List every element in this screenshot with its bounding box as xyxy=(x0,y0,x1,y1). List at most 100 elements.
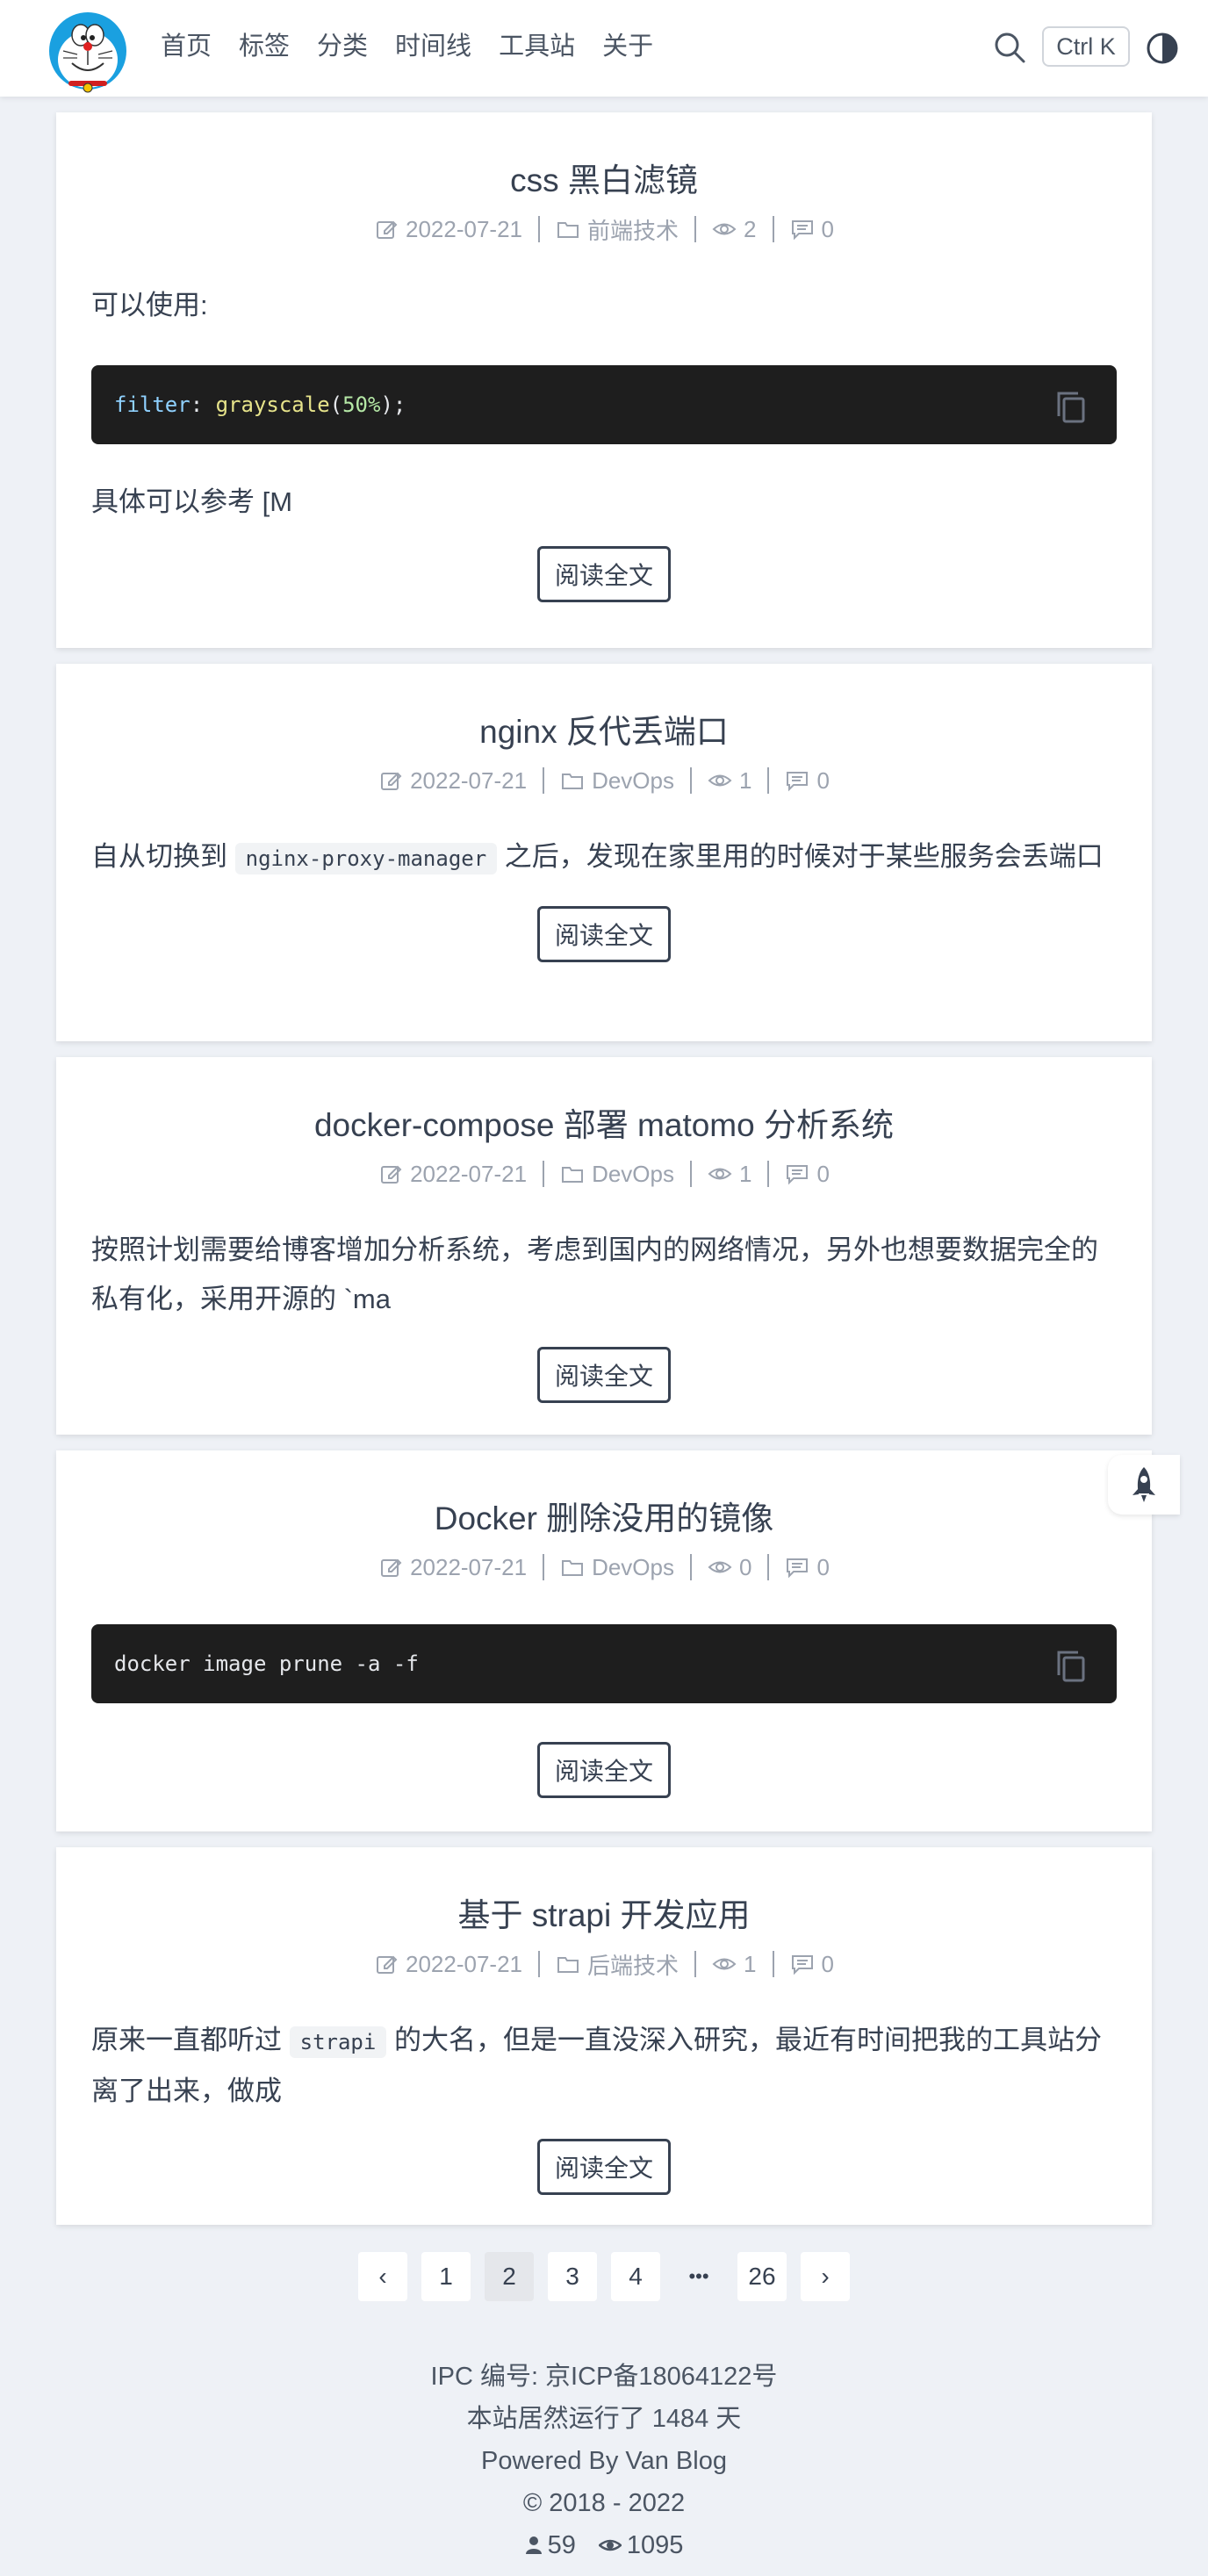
post-card: Docker 删除没用的镜像 2022-07-21 DevOps 0 0 doc… xyxy=(56,1450,1152,1831)
comment-icon xyxy=(787,772,809,792)
post-views: 0 xyxy=(738,1553,752,1580)
rocket-icon xyxy=(1132,1467,1155,1502)
code-block: filter: grayscale(50%); xyxy=(91,365,1117,444)
edit-icon xyxy=(377,1955,398,1974)
read-more-button[interactable]: 阅读全文 xyxy=(537,1742,671,1798)
eye-icon xyxy=(708,774,732,787)
post-views: 1 xyxy=(738,1160,752,1187)
post-card: nginx 反代丢端口 2022-07-21 DevOps 1 0 自从切换到 … xyxy=(56,664,1152,1041)
post-title[interactable]: css 黑白滤镜 xyxy=(91,112,1117,202)
visitor-count: 59 xyxy=(547,2531,576,2559)
nav-about[interactable]: 关于 xyxy=(602,28,653,65)
post-date: 2022-07-21 xyxy=(410,1160,528,1187)
code-block: docker image prune -a -f xyxy=(91,1624,1117,1703)
post-excerpt: 可以使用: xyxy=(91,290,208,320)
post-meta: 2022-07-21 后端技术 1 0 xyxy=(91,1949,1117,1979)
nav-home[interactable]: 首页 xyxy=(161,28,212,65)
post-title[interactable]: nginx 反代丢端口 xyxy=(91,664,1117,753)
read-more-button[interactable]: 阅读全文 xyxy=(537,2139,671,2195)
pageview-count: 1095 xyxy=(626,2531,684,2559)
post-date: 2022-07-21 xyxy=(410,766,528,794)
post-date: 2022-07-21 xyxy=(406,1950,523,1977)
post-category[interactable]: DevOps xyxy=(592,767,674,795)
post-views: 1 xyxy=(738,766,752,794)
post-comments: 0 xyxy=(816,1553,830,1580)
page-button[interactable]: 26 xyxy=(737,2252,787,2301)
post-excerpt: 具体可以参考 [M xyxy=(91,486,293,517)
powered-by[interactable]: Powered By Van Blog xyxy=(0,2440,1208,2482)
post-comments: 0 xyxy=(816,766,830,794)
code-line: filter: grayscale(50%); xyxy=(114,392,406,417)
eye-icon xyxy=(598,2539,622,2551)
post-meta: 2022-07-21 DevOps 1 0 xyxy=(91,1159,1117,1189)
post-meta: 2022-07-21 DevOps 1 0 xyxy=(91,766,1117,795)
footer: IPC 编号: 京ICP备18064122号 本站居然运行了 1484 天 Po… xyxy=(0,2356,1208,2566)
post-card: docker-compose 部署 matomo 分析系统 2022-07-21… xyxy=(56,1057,1152,1435)
edit-icon xyxy=(381,1165,402,1184)
search-icon[interactable] xyxy=(992,30,1027,65)
main-nav: 首页 标签 分类 时间线 工具站 关于 xyxy=(161,28,680,65)
nav-timeline[interactable]: 时间线 xyxy=(395,28,471,65)
post-comments: 0 xyxy=(816,1160,830,1187)
read-more-button[interactable]: 阅读全文 xyxy=(537,546,671,602)
folder-icon xyxy=(562,1560,584,1576)
page-button[interactable]: 1 xyxy=(421,2252,471,2301)
search-shortcut-badge[interactable]: Ctrl K xyxy=(1042,26,1130,67)
eye-icon xyxy=(712,1958,737,1970)
post-comments: 0 xyxy=(821,215,834,242)
post-card: css 黑白滤镜 2022-07-21 前端技术 2 0 可以使用: filte… xyxy=(56,112,1152,648)
nav-categories[interactable]: 分类 xyxy=(317,28,368,65)
post-date: 2022-07-21 xyxy=(406,215,523,242)
comment-icon xyxy=(791,1955,813,1975)
site-stats: 59 1095 xyxy=(0,2524,1208,2566)
folder-icon xyxy=(557,222,579,238)
next-page-button[interactable]: › xyxy=(801,2252,850,2301)
post-meta: 2022-07-21 前端技术 2 0 xyxy=(91,214,1117,244)
pagination: ‹ 1 2 3 4 ••• 26 › xyxy=(0,2252,1208,2301)
post-excerpt: 按照计划需要给博客增加分析系统，考虑到国内的网络情况，另外也想要数据完全的私有化… xyxy=(91,1234,1098,1314)
edit-icon xyxy=(381,1558,402,1577)
page-button[interactable]: 3 xyxy=(548,2252,597,2301)
post-category[interactable]: DevOps xyxy=(592,1554,674,1581)
post-card: 基于 strapi 开发应用 2022-07-21 后端技术 1 0 原来一直都… xyxy=(56,1847,1152,2225)
post-date: 2022-07-21 xyxy=(410,1553,528,1580)
uptime-text: 本站居然运行了 1484 天 xyxy=(466,2405,742,2433)
folder-icon xyxy=(557,1957,579,1973)
post-category[interactable]: 前端技术 xyxy=(587,213,679,246)
post-meta: 2022-07-21 DevOps 0 0 xyxy=(91,1552,1117,1582)
copyright: © 2018 - 2022 xyxy=(522,2489,686,2517)
prev-page-button[interactable]: ‹ xyxy=(358,2252,407,2301)
read-more-button[interactable]: 阅读全文 xyxy=(537,906,671,962)
inline-code: nginx-proxy-manager xyxy=(234,843,498,874)
copy-icon[interactable] xyxy=(1055,390,1087,423)
top-navbar: 首页 标签 分类 时间线 工具站 关于 Ctrl K xyxy=(0,0,1208,97)
read-more-button[interactable]: 阅读全文 xyxy=(537,1347,671,1403)
edit-icon xyxy=(377,220,398,239)
doraemon-avatar[interactable] xyxy=(46,11,130,95)
post-excerpt: 自从切换到 nginx-proxy-manager 之后，发现在家里用的时候对于… xyxy=(91,832,1117,883)
back-to-top-button[interactable] xyxy=(1108,1455,1180,1515)
code-line: docker image prune -a -f xyxy=(114,1651,419,1676)
folder-icon xyxy=(562,1167,584,1183)
inline-code: strapi xyxy=(289,2026,387,2058)
comment-icon xyxy=(791,220,813,241)
nav-tags[interactable]: 标签 xyxy=(239,28,290,65)
post-category[interactable]: DevOps xyxy=(592,1161,674,1188)
eye-icon xyxy=(708,1561,732,1573)
theme-toggle-icon[interactable] xyxy=(1146,32,1179,65)
post-category[interactable]: 后端技术 xyxy=(587,1948,679,1981)
nav-tools[interactable]: 工具站 xyxy=(499,28,575,65)
copy-icon[interactable] xyxy=(1055,1649,1087,1682)
post-views: 1 xyxy=(744,1950,757,1977)
folder-icon xyxy=(562,774,584,789)
icp-record[interactable]: IPC 编号: 京ICP备18064122号 xyxy=(0,2356,1208,2398)
post-title[interactable]: 基于 strapi 开发应用 xyxy=(91,1847,1117,1937)
page-button[interactable]: 4 xyxy=(611,2252,660,2301)
post-title[interactable]: docker-compose 部署 matomo 分析系统 xyxy=(91,1057,1117,1147)
post-title[interactable]: Docker 删除没用的镜像 xyxy=(91,1450,1117,1540)
page-ellipsis[interactable]: ••• xyxy=(674,2252,723,2301)
eye-icon xyxy=(708,1168,732,1180)
page-button-current[interactable]: 2 xyxy=(485,2252,534,2301)
post-comments: 0 xyxy=(821,1950,834,1977)
post-views: 2 xyxy=(744,215,757,242)
